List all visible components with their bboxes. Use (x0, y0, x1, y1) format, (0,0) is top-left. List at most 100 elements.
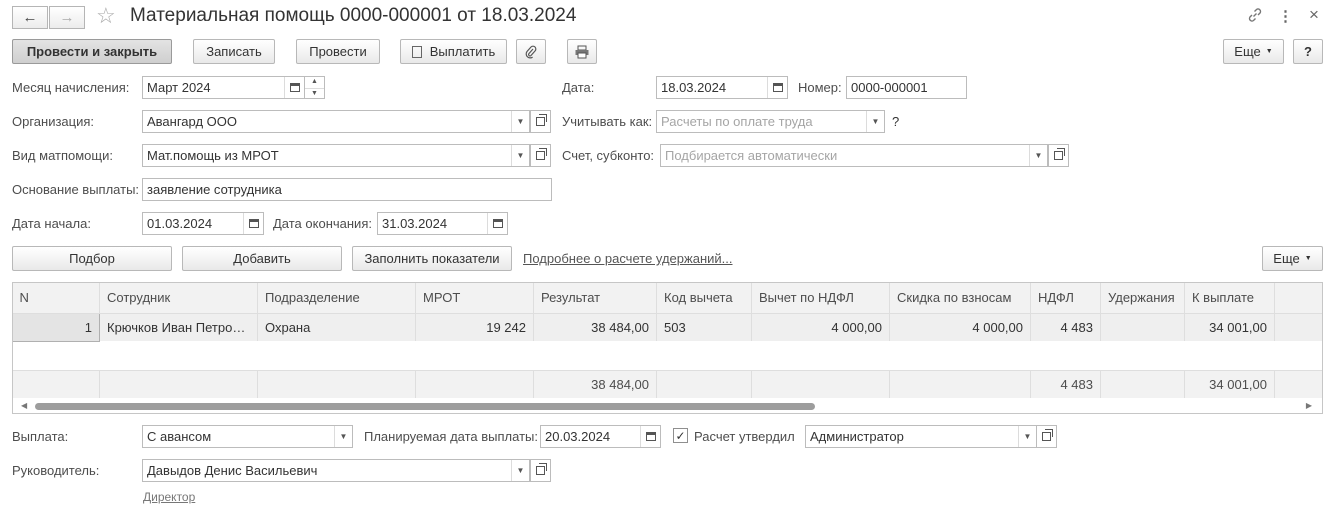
number-value: 0000-000001 (851, 80, 928, 95)
planned-date-value: 20.03.2024 (545, 429, 611, 444)
deduction-code-cell[interactable]: 503 (656, 313, 752, 341)
approved-by-value: Администратор (810, 429, 904, 444)
chevron-down-icon[interactable]: ▼ (305, 87, 324, 99)
column-header[interactable]: Результат (533, 282, 657, 314)
contribution-discount-cell[interactable]: 4 000,00 (889, 313, 1031, 341)
calendar-button[interactable] (284, 77, 304, 98)
dropdown-arrow-icon[interactable]: ▼ (334, 426, 352, 447)
more-button[interactable]: Еще ▼ (1223, 39, 1284, 64)
column-header[interactable]: Сотрудник (99, 282, 258, 314)
column-header[interactable]: Код вычета (656, 282, 752, 314)
account-as-field[interactable]: Расчеты по оплате труда ▼ (656, 110, 885, 133)
menu-dots-icon[interactable]: ⋮ (1278, 7, 1293, 25)
table-empty-row (12, 341, 1323, 370)
account-as-help[interactable]: ? (892, 114, 899, 129)
table-row[interactable]: 1 Крючков Иван Петрович Охрана 19 242 38… (12, 312, 1323, 342)
approved-checkbox[interactable]: ✓ (673, 428, 688, 443)
scrollbar-thumb[interactable] (35, 403, 815, 410)
open-subconto-button[interactable] (1048, 144, 1069, 167)
close-icon[interactable]: × (1309, 5, 1319, 25)
dropdown-arrow-icon[interactable]: ▼ (866, 111, 884, 132)
print-button[interactable] (567, 39, 597, 64)
result-cell[interactable]: 38 484,00 (533, 313, 657, 341)
start-date-label: Дата начала: (12, 216, 91, 231)
end-date-value: 31.03.2024 (382, 216, 448, 231)
attach-button[interactable] (516, 39, 546, 64)
calendar-button[interactable] (767, 77, 787, 98)
number-field[interactable]: 0000-000001 (846, 76, 967, 99)
post-and-close-button[interactable]: Провести и закрыть (12, 39, 172, 64)
open-head-button[interactable] (530, 459, 551, 482)
row-number-cell[interactable]: 1 (12, 312, 100, 342)
open-icon (1054, 148, 1065, 160)
column-header[interactable]: Вычет по НДФЛ (751, 282, 890, 314)
payment-field[interactable]: С авансом ▼ (142, 425, 353, 448)
scroll-left-icon[interactable]: ◀ (21, 401, 27, 410)
dropdown-arrow-icon[interactable]: ▼ (511, 460, 529, 481)
basis-field[interactable]: заявление сотрудника (142, 178, 552, 201)
column-header[interactable]: N (12, 282, 100, 314)
to-pay-cell[interactable]: 34 001,00 (1184, 313, 1275, 341)
withholdings-cell[interactable] (1100, 313, 1185, 341)
approved-by-field[interactable]: Администратор ▼ (805, 425, 1037, 448)
chevron-up-icon[interactable]: ▲ (305, 77, 324, 88)
save-button[interactable]: Записать (193, 39, 275, 64)
calendar-icon (248, 219, 259, 228)
dropdown-arrow-icon[interactable]: ▼ (511, 145, 529, 166)
forward-button[interactable]: → (49, 6, 85, 29)
subconto-field[interactable]: Подбирается автоматически ▼ (660, 144, 1048, 167)
open-approved-by-button[interactable] (1036, 425, 1057, 448)
account-as-placeholder: Расчеты по оплате труда (661, 114, 813, 129)
open-organization-button[interactable] (530, 110, 551, 133)
total-to-pay-cell: 34 001,00 (1184, 369, 1275, 398)
head-position-link[interactable]: Директор (143, 490, 195, 504)
mrot-cell[interactable]: 19 242 (415, 313, 534, 341)
ndfl-deduction-cell[interactable]: 4 000,00 (751, 313, 890, 341)
add-button[interactable]: Добавить (182, 246, 342, 271)
aid-type-field[interactable]: Мат.помощь из МРОТ ▼ (142, 144, 530, 167)
head-field[interactable]: Давыдов Денис Васильевич ▼ (142, 459, 530, 482)
table-more-label: Еще (1273, 251, 1300, 266)
employee-cell[interactable]: Крючков Иван Петрович (99, 313, 258, 341)
total-cell (751, 369, 890, 398)
favorite-star-icon[interactable]: ☆ (96, 3, 116, 29)
employees-table[interactable]: N Сотрудник Подразделение МРОТ Результат… (12, 282, 1323, 398)
column-header[interactable]: К выплате (1184, 282, 1275, 314)
scroll-right-icon[interactable]: ▶ (1306, 401, 1312, 410)
ndfl-cell[interactable]: 4 483 (1030, 313, 1101, 341)
column-header[interactable]: Подразделение (257, 282, 416, 314)
help-button[interactable]: ? (1293, 39, 1323, 64)
dropdown-arrow-icon[interactable]: ▼ (1029, 145, 1047, 166)
approved-label: Расчет утвердил (694, 429, 795, 444)
column-header[interactable]: НДФЛ (1030, 282, 1101, 314)
table-more-button[interactable]: Еще ▼ (1262, 246, 1323, 271)
calendar-button[interactable] (243, 213, 263, 234)
basis-label: Основание выплаты: (12, 182, 140, 197)
dropdown-arrow-icon[interactable]: ▼ (1018, 426, 1036, 447)
pay-button[interactable]: Выплатить (400, 39, 507, 64)
horizontal-scrollbar[interactable]: ◀ ▶ (13, 400, 1322, 413)
calendar-button[interactable] (640, 426, 660, 447)
column-header[interactable]: Удержания (1100, 282, 1185, 314)
start-date-field[interactable]: 01.03.2024 (142, 212, 264, 235)
organization-field[interactable]: Авангард ООО ▼ (142, 110, 530, 133)
calendar-icon (289, 83, 300, 92)
back-button[interactable]: ← (12, 6, 48, 29)
open-aid-type-button[interactable] (530, 144, 551, 167)
month-field[interactable]: Март 2024 (142, 76, 305, 99)
date-field[interactable]: 18.03.2024 (656, 76, 788, 99)
dropdown-arrow-icon[interactable]: ▼ (511, 111, 529, 132)
link-icon[interactable] (1247, 7, 1263, 27)
fill-indicators-button[interactable]: Заполнить показатели (352, 246, 512, 271)
pick-button[interactable]: Подбор (12, 246, 172, 271)
planned-date-field[interactable]: 20.03.2024 (540, 425, 661, 448)
start-date-value: 01.03.2024 (147, 216, 213, 231)
post-button[interactable]: Провести (296, 39, 380, 64)
column-header[interactable]: МРОТ (415, 282, 534, 314)
department-cell[interactable]: Охрана (257, 313, 416, 341)
column-header[interactable]: Скидка по взносам (889, 282, 1031, 314)
end-date-field[interactable]: 31.03.2024 (377, 212, 508, 235)
deductions-details-link[interactable]: Подробнее о расчете удержаний... (523, 251, 733, 266)
calendar-button[interactable] (487, 213, 507, 234)
month-stepper[interactable]: ▲ ▼ (305, 76, 325, 99)
